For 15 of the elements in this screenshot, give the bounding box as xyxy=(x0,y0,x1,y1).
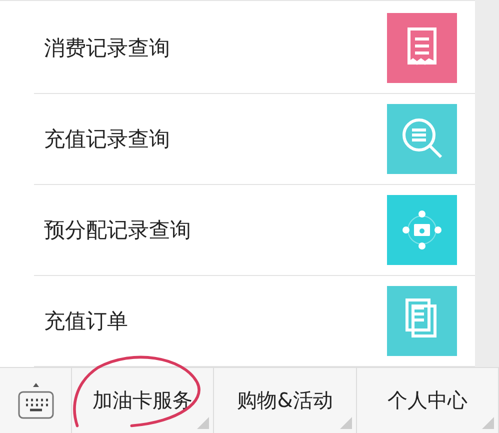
menu-tab[interactable]: 购物&活动 xyxy=(214,368,357,433)
menu-item[interactable]: 预分配记录查询 xyxy=(44,216,191,244)
menu-item[interactable]: 消费记录查询 xyxy=(44,34,170,62)
menu-tab[interactable]: 个人中心 xyxy=(356,368,499,433)
menu-tab[interactable]: 加油卡服务 xyxy=(72,368,214,433)
document-icon[interactable] xyxy=(387,286,457,356)
network-icon[interactable] xyxy=(387,195,457,265)
search-icon[interactable] xyxy=(387,104,457,174)
keyboard-icon[interactable] xyxy=(16,382,56,420)
corner-triangle-icon xyxy=(482,417,494,429)
corner-triangle-icon xyxy=(340,417,352,429)
corner-triangle-icon xyxy=(197,417,210,429)
menu-item[interactable]: 充值记录查询 xyxy=(44,125,170,153)
receipt-icon[interactable] xyxy=(387,13,457,83)
menu-item[interactable]: 充值订单 xyxy=(44,307,128,335)
